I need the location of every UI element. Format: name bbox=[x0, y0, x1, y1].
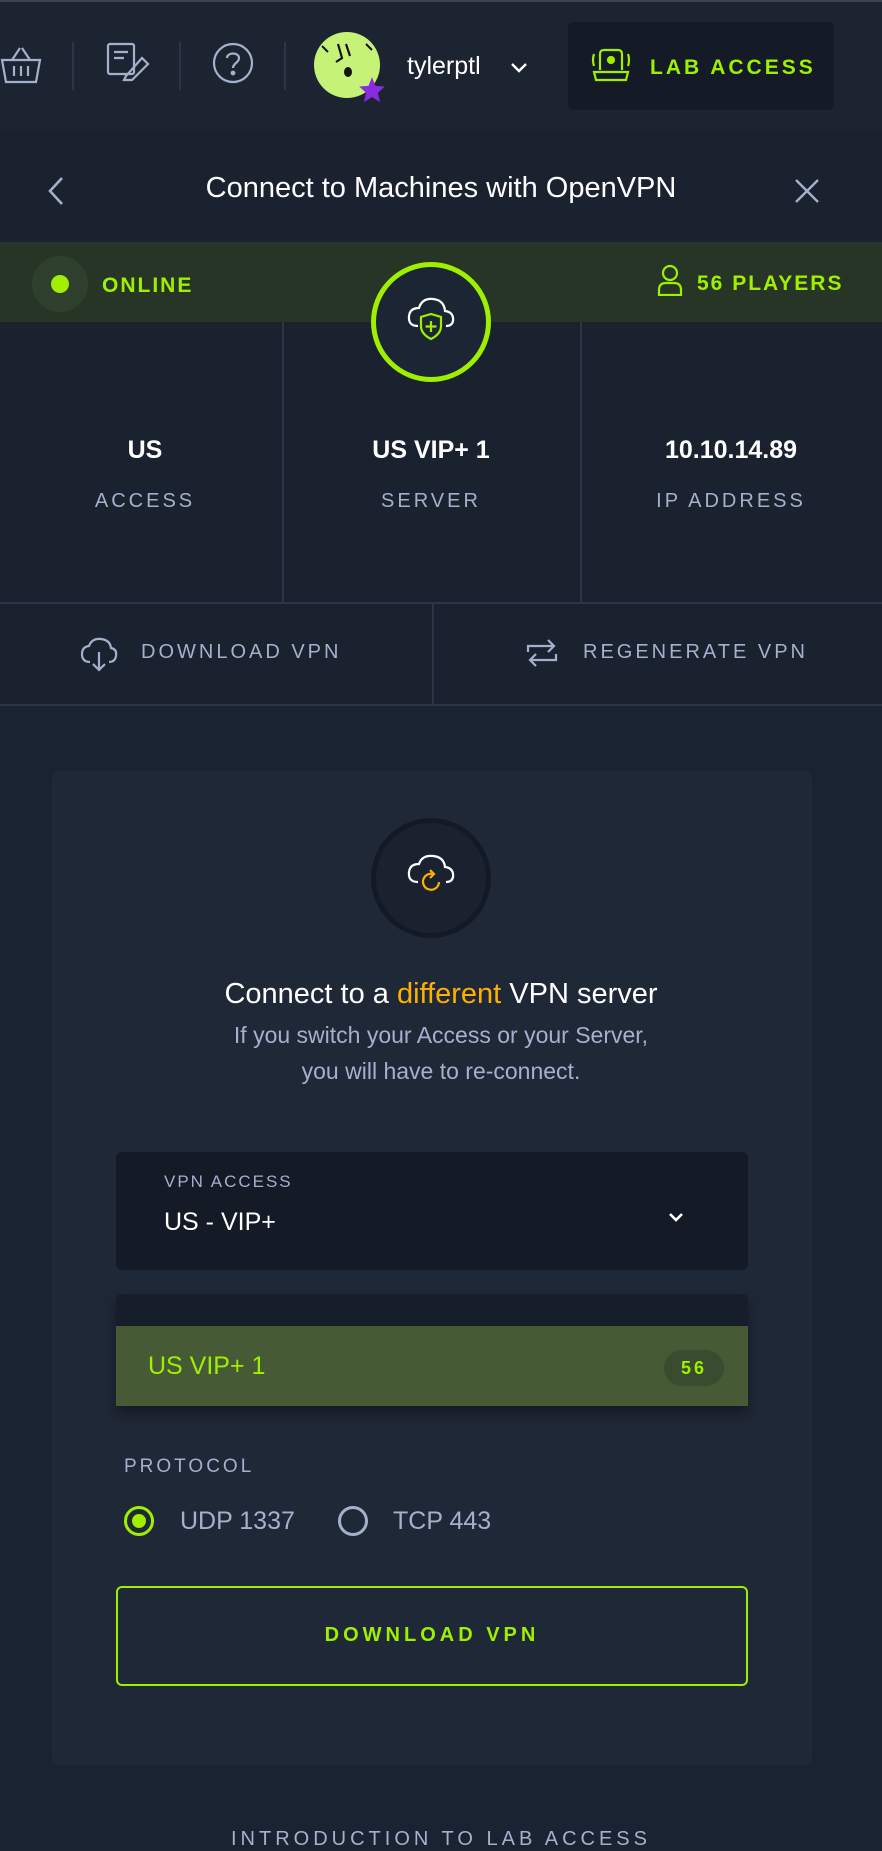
username-label[interactable]: tylerptl bbox=[407, 52, 481, 81]
online-status-label: ONLINE bbox=[102, 274, 194, 297]
cloud-download-icon bbox=[80, 636, 118, 672]
lab-access-icon bbox=[590, 44, 632, 86]
chevron-down-icon[interactable] bbox=[510, 62, 528, 74]
protocol-label: PROTOCOL bbox=[124, 1456, 255, 1477]
regenerate-vpn-label: REGENERATE VPN bbox=[583, 641, 808, 663]
protocol-tcp-label[interactable]: TCP 443 bbox=[393, 1507, 491, 1536]
server-player-count-badge: 56 bbox=[664, 1350, 724, 1386]
heading-suffix: VPN server bbox=[501, 978, 658, 1010]
topbar-divider bbox=[179, 42, 181, 90]
panel-subtitle-line1: If you switch your Access or your Server… bbox=[233, 1022, 649, 1048]
vpn-access-label: VPN ACCESS bbox=[164, 1172, 293, 1191]
stat-ip-label: IP ADDRESS bbox=[656, 490, 806, 512]
shop-basket-icon[interactable] bbox=[0, 44, 42, 86]
download-vpn-label: DOWNLOAD VPN bbox=[141, 641, 342, 663]
user-icon bbox=[657, 264, 683, 296]
stat-ip-value: 10.10.14.89 bbox=[664, 436, 798, 464]
chevron-down-icon[interactable] bbox=[668, 1212, 684, 1224]
online-status-dot bbox=[51, 275, 69, 293]
download-vpn-button-label: DOWNLOAD VPN bbox=[324, 1624, 540, 1646]
help-icon[interactable] bbox=[212, 42, 254, 84]
stat-server-value: US VIP+ 1 bbox=[372, 436, 490, 464]
heading-highlight: different bbox=[396, 978, 502, 1010]
vip-star-icon bbox=[358, 76, 386, 104]
protocol-tcp-radio[interactable] bbox=[338, 1506, 368, 1536]
page-title: Connect to Machines with OpenVPN bbox=[205, 172, 677, 204]
heading-prefix: Connect to a bbox=[224, 978, 397, 1010]
cloud-refresh-icon bbox=[406, 854, 456, 900]
protocol-udp-label[interactable]: UDP 1337 bbox=[180, 1507, 295, 1536]
close-icon[interactable] bbox=[794, 178, 820, 204]
cloud-shield-icon bbox=[406, 296, 456, 344]
regenerate-icon bbox=[524, 636, 560, 670]
stat-access-value: US bbox=[127, 436, 163, 464]
stat-divider bbox=[580, 322, 582, 602]
players-count-label: 56 PLAYERS bbox=[697, 272, 844, 295]
topbar-divider bbox=[284, 42, 286, 90]
edit-document-icon[interactable] bbox=[106, 42, 150, 82]
panel-subtitle-line2: you will have to re-connect. bbox=[301, 1058, 581, 1084]
stat-server-label: SERVER bbox=[381, 490, 481, 512]
server-option-name: US VIP+ 1 bbox=[148, 1352, 266, 1380]
radio-selected-dot bbox=[132, 1514, 146, 1528]
topbar-divider bbox=[72, 42, 74, 90]
stat-access-label: ACCESS bbox=[94, 490, 196, 512]
lab-access-label: LAB ACCESS bbox=[650, 56, 816, 79]
vpn-access-value: US - VIP+ bbox=[164, 1208, 276, 1236]
panel-heading: Connect to a different VPN server bbox=[0, 978, 882, 1011]
